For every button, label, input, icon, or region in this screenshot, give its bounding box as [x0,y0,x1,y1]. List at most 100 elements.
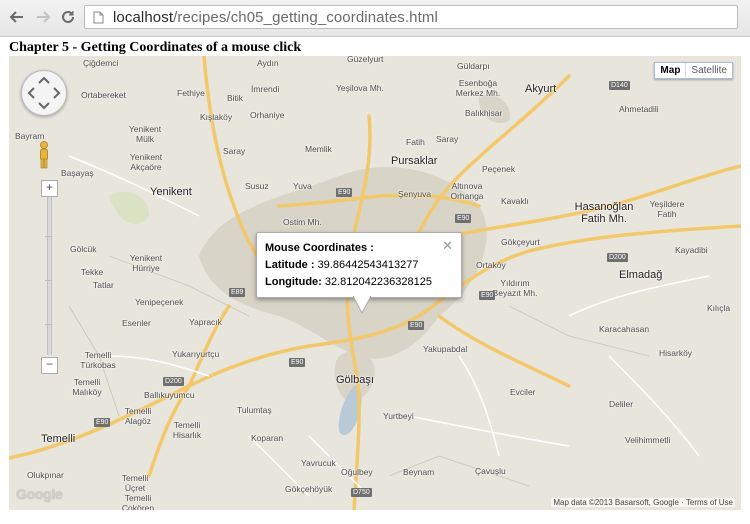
road-shield: E90 [94,418,111,427]
latitude-row: Latitude : 39.86442543413277 [265,259,419,271]
place-label: Kılıçla [707,303,731,313]
page-title: Chapter 5 - Getting Coordinates of a mou… [9,40,302,55]
map-type-map-button[interactable]: Map [655,63,685,78]
reload-button[interactable] [57,6,79,28]
road-shield: E90 [455,214,472,223]
zoom-tick [45,280,52,281]
place-label: Ortaköy [476,260,506,270]
road-shield: E89 [229,288,246,297]
longitude-value: 32.812042236328125 [324,276,432,288]
back-arrow-icon [9,11,23,23]
longitude-label: Longitude: [265,276,322,288]
place-label: Peçenek [482,164,516,174]
pan-arrows-icon [27,76,61,110]
place-label: Altınova Orhanga [450,181,484,201]
place-label: Kavaklı [501,196,529,206]
pan-control[interactable] [21,70,67,116]
street-view-pegman-icon[interactable] [38,140,50,170]
place-label: Karacahasan [599,324,650,334]
forward-arrow-icon [37,11,51,23]
place-label: Evciler [510,387,536,397]
place-label: Ballıkuyumcu [144,390,195,400]
place-label: Saray [436,134,459,144]
place-label: Gökçehöyük [285,484,333,494]
reload-icon [62,10,74,23]
road-shield: E90 [336,188,353,197]
place-label: Orhaniye [250,110,285,120]
place-label: Temelli Türkobas [80,350,116,370]
url-path: /recipes/ch05_getting_coordinates.html [173,9,438,26]
place-label: Yapracık [189,317,222,327]
place-label: Bitik [227,93,244,103]
place-label: Tatlar [93,280,114,290]
road-shield: D200 [163,377,184,386]
info-window-title: Mouse Coordinates : [265,242,374,254]
map-type-satellite-button[interactable]: Satellite [685,63,732,78]
zoom-out-button[interactable]: − [41,357,58,374]
place-label: Ahmetadili [619,104,659,114]
place-label: Gölcük [70,244,97,254]
place-label: Temelli Malıköy [72,377,102,397]
place-label: Aydın [257,58,279,68]
place-label: Şenyuva [398,189,432,199]
place-label: Hasanoğlan Fatih Mh. [574,201,634,225]
place-label: Beynam [403,467,435,477]
place-label: Başayaş [61,168,94,178]
place-label: Tulumtaş [237,405,272,415]
road-shield: D200 [607,253,628,262]
map-attribution[interactable]: Map data ©2013 Basarsoft, Google · Terms… [551,498,735,507]
place-label: Güzelyurt [347,56,384,64]
url-text: localhost/recipes/ch05_getting_coordinat… [113,9,438,26]
place-label: Fatih [406,137,425,147]
place-label: Temelli Alagöz [124,406,152,426]
place-label: Saray [223,146,246,156]
place-label: Yıldırım Beyazıt Mh. [492,278,538,298]
place-label: Yenikent Hürriye [129,253,163,273]
road-shield: E90 [479,291,496,300]
close-icon[interactable]: ✕ [442,239,453,252]
place-label: Temelli [41,433,76,445]
place-label: Yurtbeyi [383,411,414,421]
place-label: Çavuşlu [475,466,506,476]
place-label: Yenikent [150,186,192,198]
place-label: Güldarpı [457,61,490,71]
place-label: Yakupabdal [423,344,468,354]
place-label: Esenboğa Merkez Mh. [455,78,501,98]
place-label: Temelli Çokören [121,493,155,510]
place-label: Susuz [245,181,269,191]
road-shield: D140 [609,81,630,90]
place-label: Fethiye [177,88,205,98]
zoom-slider-track[interactable] [47,197,52,355]
zoom-tick [45,236,52,237]
google-map[interactable]: Çiğdemci Aydın Güzelyurt Güldarpı Ortabe… [9,56,741,510]
place-label: Tekke [81,267,104,277]
place-label: Yenikent Mülk [128,124,162,144]
place-label: Elmadağ [619,269,663,281]
place-label: Yukarıyurtçu [172,349,220,359]
place-label: Koparan [251,433,284,443]
info-window: Mouse Coordinates : Latitude : 39.864425… [256,232,462,298]
place-label: Balıkhisar [465,108,503,118]
road-shield: D750 [351,488,372,497]
latitude-value: 39.86442543413277 [317,259,419,271]
forward-button[interactable] [32,6,54,28]
longitude-row: Longitude: 32.812042236328125 [265,276,432,288]
place-label: Kayadibi [675,245,708,255]
info-window-tail [353,296,371,314]
place-label: Ostim Mh. [283,217,322,227]
place-label: Yavrucuk [301,458,336,468]
place-label: Pursaklar [391,155,438,167]
place-label: Memlik [305,144,332,154]
back-button[interactable] [6,6,28,28]
place-label: İmrendi [251,84,280,94]
zoom-tick [45,324,52,325]
place-label: Akyurt [525,83,557,95]
place-label: Gökçeyurt [501,237,540,247]
place-label: Temelli Hisarlık [172,420,202,440]
zoom-in-button[interactable]: + [41,180,58,197]
place-label: Yuva [293,181,312,191]
road-shield: E90 [408,321,425,330]
address-bar[interactable]: localhost/recipes/ch05_getting_coordinat… [84,5,738,29]
google-logo: Google [16,486,63,502]
place-label: Gölbaşı [336,374,374,386]
